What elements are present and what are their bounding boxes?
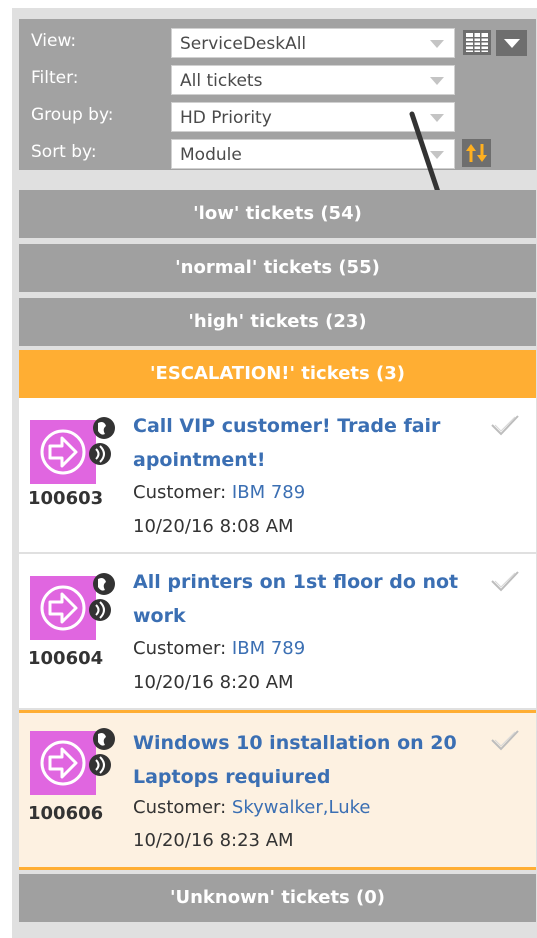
ticket-card-selected[interactable]: 100606 Windows 10 installation on 20 Lap… [19, 710, 536, 870]
ticket-card[interactable]: 100603 Call VIP customer! Trade fair apo… [19, 398, 536, 552]
dropdown-icon[interactable] [496, 30, 527, 56]
ticket-customer: Customer: Skywalker,Luke [133, 797, 370, 818]
checkmark-icon[interactable] [490, 729, 520, 751]
ticket-title[interactable]: Windows 10 installation on 20 Laptops re… [133, 726, 473, 794]
filter-select[interactable]: All tickets [171, 65, 455, 95]
customer-label: Customer: [133, 638, 232, 659]
ticket-customer: Customer: IBM 789 [133, 638, 305, 659]
customer-link[interactable]: Skywalker,Luke [232, 797, 371, 818]
filter-select-value: All tickets [180, 71, 263, 91]
group-label: Group by: [31, 105, 114, 125]
ticket-title[interactable]: Call VIP customer! Trade fair apointment… [133, 409, 473, 477]
sort-select-value: Module [180, 145, 242, 165]
sort-toggle-icon[interactable] [462, 139, 491, 167]
checkmark-icon[interactable] [490, 570, 520, 592]
customer-link[interactable]: IBM 789 [232, 482, 305, 503]
checkmark-icon[interactable] [490, 414, 520, 436]
customer-label: Customer: [133, 482, 232, 503]
sort-label: Sort by: [31, 142, 97, 162]
grid-view-icon[interactable] [463, 30, 491, 55]
chevron-down-icon [430, 77, 444, 85]
ticket-customer: Customer: IBM 789 [133, 482, 305, 503]
group-header-normal[interactable]: 'normal' tickets (55) [19, 244, 536, 292]
arrow-tile-icon [30, 727, 116, 795]
view-select-value: ServiceDeskAll [180, 34, 307, 54]
arrow-tile-icon [30, 572, 116, 640]
ticket-date: 10/20/16 8:08 AM [133, 516, 294, 537]
group-header-low[interactable]: 'low' tickets (54) [19, 190, 536, 238]
ticket-date: 10/20/16 8:20 AM [133, 672, 294, 693]
customer-link[interactable]: IBM 789 [232, 638, 305, 659]
group-select-value: HD Priority [180, 108, 272, 128]
ticket-id: 100606 [28, 803, 104, 824]
group-header-high[interactable]: 'high' tickets (23) [19, 298, 536, 346]
view-select[interactable]: ServiceDeskAll [171, 28, 455, 58]
chevron-down-icon [430, 40, 444, 48]
ticket-title[interactable]: All printers on 1st floor do not work [133, 565, 473, 633]
group-header-unknown[interactable]: 'Unknown' tickets (0) [19, 874, 536, 922]
filter-row: Filter: All tickets [19, 62, 536, 95]
ticket-card[interactable]: 100604 All printers on 1st floor do not … [19, 554, 536, 708]
group-header-escalation[interactable]: 'ESCALATION!' tickets (3) [19, 350, 536, 398]
filter-label: Filter: [31, 68, 79, 88]
ticket-date: 10/20/16 8:23 AM [133, 830, 294, 851]
view-label: View: [31, 31, 77, 51]
arrow-tile-icon [30, 416, 116, 484]
ticket-id: 100603 [28, 488, 104, 509]
view-row: View: ServiceDeskAll [19, 25, 536, 58]
ticket-id: 100604 [28, 648, 104, 669]
customer-label: Customer: [133, 797, 232, 818]
